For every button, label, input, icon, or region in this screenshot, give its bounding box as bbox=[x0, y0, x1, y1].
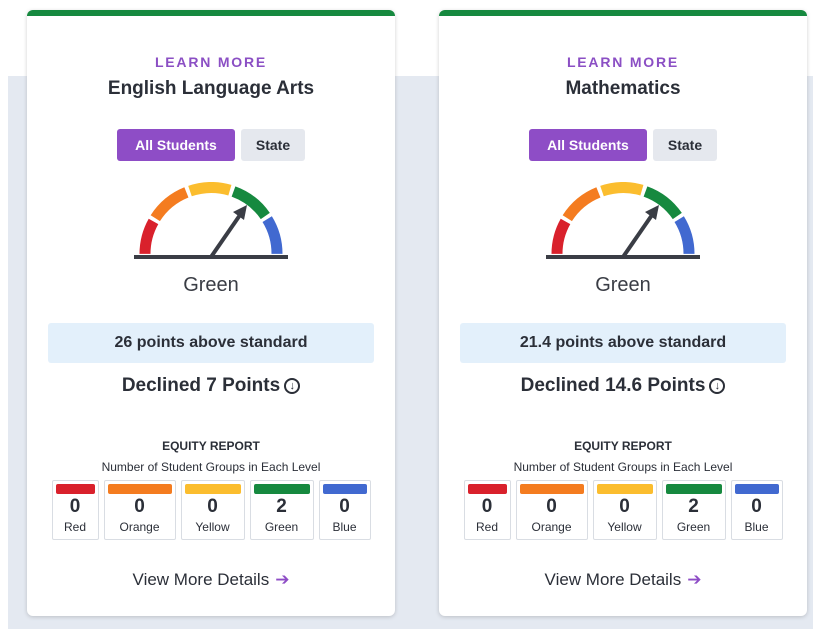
equity-report-title: EQUITY REPORT bbox=[574, 439, 672, 453]
arrow-right-icon: ➔ bbox=[687, 570, 702, 589]
level-label: Yellow bbox=[195, 520, 230, 534]
level-label: Orange bbox=[119, 520, 160, 534]
level-count: 2 bbox=[688, 496, 699, 517]
learn-more-link[interactable]: LEARN MORE bbox=[439, 54, 807, 70]
view-more-details-label: View More Details bbox=[132, 570, 270, 589]
level-count: 2 bbox=[276, 496, 287, 517]
math-indicator-card: LEARN MORE Mathematics All Students Stat… bbox=[439, 10, 807, 616]
level-color-bar bbox=[55, 484, 95, 494]
equity-level-boxes: 0 Red 0 Orange 0 Yellow 2 Green 0 Blue bbox=[439, 480, 807, 540]
level-label: Orange bbox=[531, 520, 572, 534]
level-color-bar bbox=[107, 484, 172, 494]
card-title: English Language Arts bbox=[107, 78, 315, 99]
level-color-bar bbox=[184, 484, 241, 494]
change-text: Declined 14.6 Points bbox=[520, 375, 706, 396]
gauge-segment-yellow bbox=[600, 182, 644, 197]
view-more-details-label: View More Details bbox=[544, 570, 682, 589]
gauge-segment-orange bbox=[150, 187, 189, 222]
equity-report-subtitle: Number of Student Groups in Each Level bbox=[513, 460, 733, 474]
change-summary: Declined 7 Points ↓ bbox=[27, 375, 395, 397]
level-color-bar bbox=[519, 484, 584, 494]
level-label: Blue bbox=[332, 520, 357, 534]
level-label: Green bbox=[676, 520, 711, 534]
level-count: 0 bbox=[134, 496, 145, 517]
equity-report-title: EQUITY REPORT bbox=[162, 439, 260, 453]
equity-report-subtitle: Number of Student Groups in Each Level bbox=[101, 460, 321, 474]
level-color-bar bbox=[665, 484, 722, 494]
gauge-segment-yellow bbox=[188, 182, 232, 197]
level-count: 0 bbox=[207, 496, 218, 517]
all-students-button[interactable]: All Students bbox=[529, 129, 647, 161]
level-box-blue: 0 Blue bbox=[730, 480, 783, 540]
gauge-needle-icon bbox=[621, 205, 659, 259]
level-count: 0 bbox=[339, 496, 350, 517]
level-label: Red bbox=[475, 520, 498, 534]
state-button[interactable]: State bbox=[241, 129, 305, 161]
level-color-bar bbox=[596, 484, 653, 494]
level-color-bar bbox=[253, 484, 310, 494]
arrow-circle-down-icon: ↓ bbox=[284, 378, 301, 394]
view-more-details-link[interactable]: View More Details ➔ bbox=[439, 570, 807, 590]
level-box-red: 0 Red bbox=[463, 480, 511, 540]
gauge-level-label: Green bbox=[595, 274, 651, 296]
level-color-bar bbox=[734, 484, 779, 494]
gauge-segment-red bbox=[139, 218, 159, 255]
equity-level-boxes: 0 Red 0 Orange 0 Yellow 2 Green 0 Blue bbox=[27, 480, 395, 540]
all-students-button[interactable]: All Students bbox=[117, 129, 235, 161]
level-box-yellow: 0 Yellow bbox=[180, 480, 245, 540]
level-count: 0 bbox=[619, 496, 630, 517]
status-badge: 21.4 points above standard bbox=[460, 323, 786, 363]
arrow-circle-down-icon: ↓ bbox=[709, 378, 726, 394]
level-box-orange: 0 Orange bbox=[103, 480, 176, 540]
gauge-level-label: Green bbox=[183, 274, 239, 296]
change-text: Declined 7 Points bbox=[121, 375, 281, 396]
level-count: 0 bbox=[751, 496, 762, 517]
level-count: 0 bbox=[546, 496, 557, 517]
level-box-blue: 0 Blue bbox=[318, 480, 371, 540]
level-label: Green bbox=[264, 520, 299, 534]
student-group-toggle: All Students State bbox=[27, 129, 395, 161]
learn-more-link[interactable]: LEARN MORE bbox=[27, 54, 395, 70]
level-box-green: 2 Green bbox=[661, 480, 726, 540]
arrow-right-icon: ➔ bbox=[275, 570, 290, 589]
student-group-toggle: All Students State bbox=[439, 129, 807, 161]
level-color-bar bbox=[322, 484, 367, 494]
level-box-orange: 0 Orange bbox=[515, 480, 588, 540]
gauge-segment-blue bbox=[674, 216, 695, 255]
performance-gauge bbox=[546, 182, 700, 259]
gauge-segment-red bbox=[551, 218, 571, 255]
level-box-yellow: 0 Yellow bbox=[592, 480, 657, 540]
level-box-green: 2 Green bbox=[249, 480, 314, 540]
level-label: Red bbox=[63, 520, 86, 534]
ela-indicator-card: LEARN MORE English Language Arts All Stu… bbox=[27, 10, 395, 616]
state-button[interactable]: State bbox=[653, 129, 717, 161]
view-more-details-link[interactable]: View More Details ➔ bbox=[27, 570, 395, 590]
gauge-segment-orange bbox=[562, 187, 601, 222]
gauge-needle-icon bbox=[209, 205, 247, 259]
level-count: 0 bbox=[69, 496, 81, 517]
level-box-red: 0 Red bbox=[51, 480, 99, 540]
level-count: 0 bbox=[481, 496, 493, 517]
level-label: Yellow bbox=[607, 520, 642, 534]
gauge-segment-blue bbox=[262, 216, 283, 255]
performance-gauge bbox=[134, 182, 288, 259]
card-title: Mathematics bbox=[565, 78, 681, 99]
status-badge: 26 points above standard bbox=[48, 323, 374, 363]
level-label: Blue bbox=[744, 520, 769, 534]
level-color-bar bbox=[467, 484, 507, 494]
change-summary: Declined 14.6 Points ↓ bbox=[439, 375, 807, 397]
